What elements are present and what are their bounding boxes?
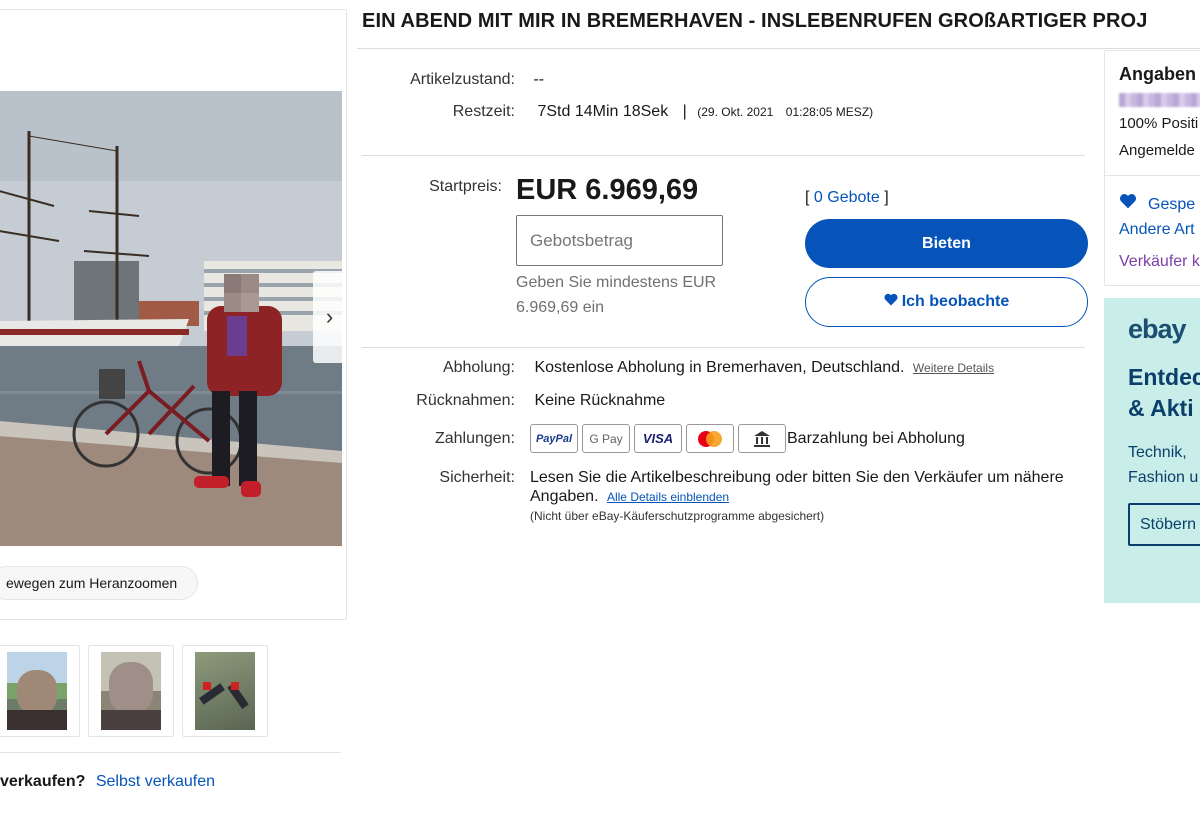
thumbnail-image — [195, 652, 255, 730]
seller-rating: 100% Positi — [1119, 115, 1199, 132]
thumbnail[interactable] — [182, 645, 268, 737]
bid-button[interactable]: Bieten — [805, 219, 1088, 268]
payments-label: Zahlungen: — [434, 430, 515, 447]
security-label: Sicherheit: — [439, 469, 515, 486]
zoom-hint: ewegen zum Heranzoomen — [0, 566, 199, 600]
end-date: (29. Okt. 2021 — [697, 105, 774, 119]
watch-label: Ich beobachte — [901, 293, 1010, 310]
price: EUR 6.969,69 — [516, 174, 699, 206]
google-pay-icon: G Pay — [582, 424, 630, 453]
ad-headline-line-2: & Akti — [1128, 395, 1194, 421]
paypal-icon: PayPal — [530, 424, 578, 453]
main-item-photo[interactable] — [0, 91, 342, 546]
contact-seller-link[interactable]: Verkäufer k — [1119, 253, 1200, 271]
pickup-value: Kostenlose Abholung in Bremerhaven, Deut… — [534, 359, 905, 376]
condition-row: Artikelzustand: -- — [315, 71, 544, 89]
thumbnail-strip — [0, 645, 268, 737]
seller-name-blurred — [1119, 93, 1200, 107]
divider — [357, 48, 1200, 49]
end-time: 01:28:05 MESZ) — [785, 105, 874, 119]
bid-count-open: [ — [805, 189, 810, 206]
divider — [1105, 175, 1200, 176]
ad-text-line-1: Technik, — [1128, 444, 1187, 461]
item-title: EIN ABEND MIT MIR IN BREMERHAVEN - INSLE… — [362, 10, 1148, 32]
returns-value: Keine Rücknahme — [534, 392, 666, 409]
time-left-row: Restzeit: 7Std 14Min 18Sek | (29. Okt. 2… — [315, 103, 873, 121]
ad-headline-line-1: Entdec — [1128, 364, 1200, 390]
divider — [0, 752, 341, 753]
thumbnail[interactable] — [0, 645, 80, 737]
thumbnail[interactable] — [88, 645, 174, 737]
pickup-row: Abholung: Kostenlose Abholung in Bremerh… — [315, 359, 994, 377]
bank-icon — [738, 424, 786, 453]
sell-prompt: verkaufen? Selbst verkaufen — [0, 773, 215, 791]
image-gallery: › ewegen zum Heranzoomen — [0, 9, 347, 620]
pickup-details-link[interactable]: Weitere Details — [913, 361, 994, 375]
divider — [362, 155, 1085, 156]
ad-text: Technik, Fashion u — [1128, 440, 1198, 490]
pickup-label: Abholung: — [442, 359, 515, 376]
seller-info-box: Angaben 100% Positi Angemelde Gespe Ande… — [1104, 50, 1200, 286]
ad-browse-button[interactable]: Stöbern — [1128, 503, 1200, 546]
time-left-value: 7Std 14Min 18Sek — [537, 103, 669, 120]
time-separator: | — [682, 103, 687, 120]
next-image-button[interactable]: › — [313, 271, 346, 363]
payments-row: Zahlungen: — [315, 430, 515, 448]
other-items-link[interactable]: Andere Art — [1119, 221, 1195, 239]
bid-count-link[interactable]: 0 Gebote — [814, 189, 880, 206]
save-seller-link[interactable]: Gespe — [1119, 193, 1195, 214]
seller-heading: Angaben — [1119, 64, 1197, 84]
seller-registered: Angemelde — [1119, 142, 1195, 159]
bid-amount-input[interactable] — [516, 215, 723, 266]
mastercard-icon — [686, 424, 734, 453]
divider — [362, 347, 1085, 348]
ad-headline: Entdec & Akti — [1128, 362, 1200, 424]
condition-value: -- — [533, 71, 545, 88]
heart-icon — [1119, 193, 1142, 213]
ebay-ad-banner[interactable]: ebay Entdec & Akti Technik, Fashion u St… — [1104, 298, 1200, 603]
payment-badges: PayPal G Pay VISA — [530, 424, 786, 453]
save-seller-label: Gespe — [1148, 196, 1196, 213]
returns-label: Rücknahmen: — [416, 392, 515, 409]
security-text: Lesen Sie die Artikelbeschreibung oder b… — [530, 468, 1070, 507]
visa-icon: VISA — [634, 424, 682, 453]
payment-text: Barzahlung bei Abholung — [787, 430, 965, 447]
bid-hint: Geben Sie mindestens EUR 6.969,69 ein — [516, 274, 717, 316]
returns-row: Rücknahmen: Keine Rücknahme — [315, 392, 665, 410]
thumbnail-image — [7, 652, 67, 730]
bid-count: [ 0 Gebote ] — [805, 189, 889, 207]
security-note: (Nicht über eBay-Käuferschutzprogramme a… — [530, 509, 825, 523]
ebay-logo: ebay — [1128, 314, 1187, 344]
security-row: Sicherheit: — [315, 469, 515, 487]
bid-count-close: ] — [884, 189, 889, 206]
ad-text-line-2: Fashion u — [1128, 469, 1199, 486]
condition-label: Artikelzustand: — [410, 71, 515, 88]
time-left-label: Restzeit: — [452, 103, 515, 120]
chevron-right-icon: › — [325, 304, 334, 329]
harbour-photo — [0, 91, 342, 546]
sell-link[interactable]: Selbst verkaufen — [96, 773, 215, 790]
thumbnail-image — [101, 652, 161, 730]
sell-question: verkaufen? — [0, 773, 86, 790]
start-price-label: Startpreis: — [429, 178, 502, 195]
watch-button[interactable]: Ich beobachte — [805, 277, 1088, 327]
heart-icon — [884, 293, 898, 311]
start-price-row: Startpreis: — [302, 178, 502, 196]
security-details-link[interactable]: Alle Details einblenden — [607, 490, 729, 504]
